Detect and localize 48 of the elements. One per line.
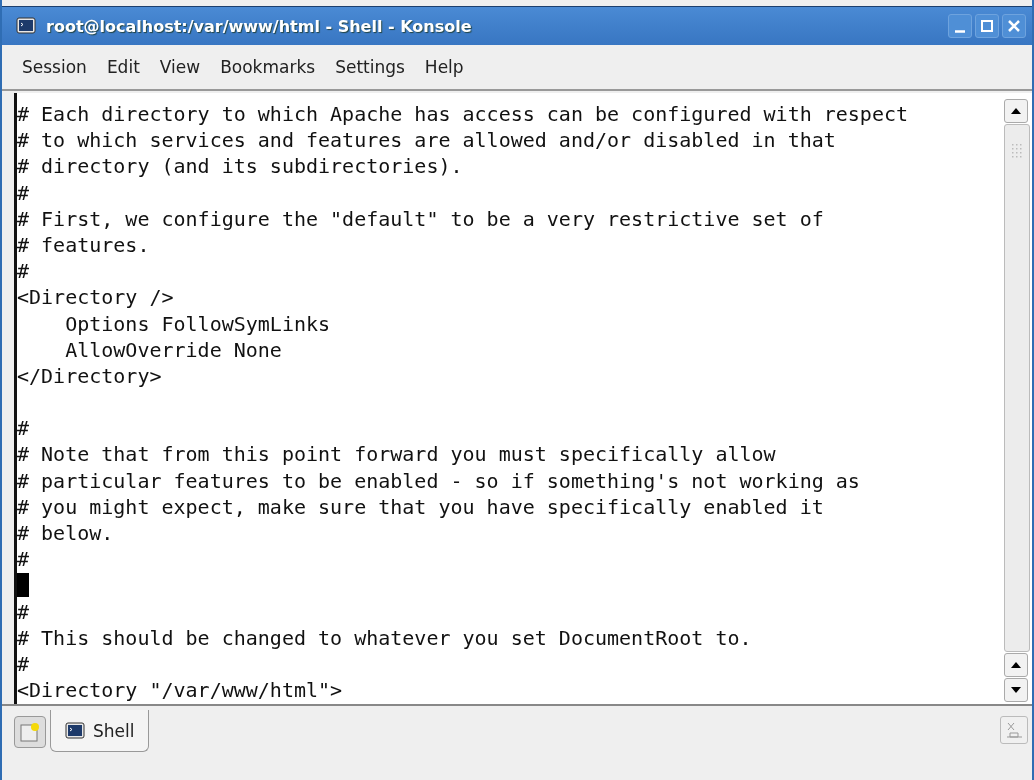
scroll-up-button[interactable] xyxy=(1004,99,1028,123)
down-arrow-icon xyxy=(1011,687,1021,693)
terminal-line: </Directory> xyxy=(17,362,162,390)
terminal-line: # xyxy=(17,546,30,573)
terminal-line: AllowOverride None xyxy=(64,336,282,363)
terminal-line: # xyxy=(17,650,30,678)
menu-item[interactable]: Settings xyxy=(327,53,413,81)
new-tab-icon xyxy=(20,722,40,742)
terminal-line: # This should be changed to whatever you set DocumentRoot to. xyxy=(17,624,752,651)
minimize-icon xyxy=(955,29,965,33)
close-tab-button[interactable] xyxy=(1000,716,1028,744)
new-tab-button[interactable] xyxy=(14,716,46,748)
up-arrow-icon xyxy=(1011,108,1021,114)
scroll-down-button[interactable] xyxy=(1004,678,1028,702)
maximize-button[interactable] xyxy=(975,14,999,38)
maximize-icon xyxy=(980,19,994,33)
terminal-line: # Each directory to which Apache has access can be configured with respect xyxy=(17,101,909,128)
scroll-up-button[interactable] xyxy=(1004,653,1028,677)
terminal-line: # Note that from this point forward you must specifically allow xyxy=(17,441,776,468)
up-arrow-icon xyxy=(1011,662,1021,668)
terminal-line: # xyxy=(17,258,30,285)
terminal-line: <Directory /> xyxy=(17,284,174,311)
terminal-line: # xyxy=(17,415,30,442)
terminal-line: # directory (and its subdirectories). xyxy=(17,153,463,180)
close-tab-icon xyxy=(1004,720,1024,740)
scrollbar-thumb[interactable] xyxy=(1004,124,1030,652)
close-icon xyxy=(1007,19,1021,33)
terminal-line: # xyxy=(17,598,30,625)
terminal-line: # you might expect, make sure that you have specifically enabled it xyxy=(17,493,824,520)
terminal-line: # xyxy=(17,179,30,206)
minimize-button[interactable] xyxy=(948,14,972,38)
terminal-line: # below. xyxy=(17,520,114,547)
terminal-line: <Directory "/var/www/html"> xyxy=(17,677,343,704)
menu-item[interactable]: Edit xyxy=(98,53,148,81)
menu-item[interactable]: View xyxy=(151,53,209,81)
menu-item[interactable]: Session xyxy=(14,53,95,81)
menu-item[interactable]: Help xyxy=(416,53,472,81)
menu-item[interactable]: Bookmarks xyxy=(212,53,324,81)
terminal-line: # to which services and features are allowed and/or disabled in that xyxy=(17,127,836,154)
terminal-icon xyxy=(16,17,36,35)
tab[interactable]: Shell xyxy=(50,710,150,752)
terminal-line: # First, we configure the "default" to be a very restrictive set of xyxy=(17,205,824,232)
terminal-line: Options FollowSymLinks xyxy=(64,310,331,337)
terminal-line: # features. xyxy=(17,231,150,259)
terminal-icon xyxy=(65,721,85,740)
close-button[interactable] xyxy=(1002,14,1026,38)
window-title: root@localhost:/var/www/html - Shell - Konsole xyxy=(46,16,473,36)
terminal-line: # particular features to be enabled - so if something's not working as xyxy=(17,467,860,494)
